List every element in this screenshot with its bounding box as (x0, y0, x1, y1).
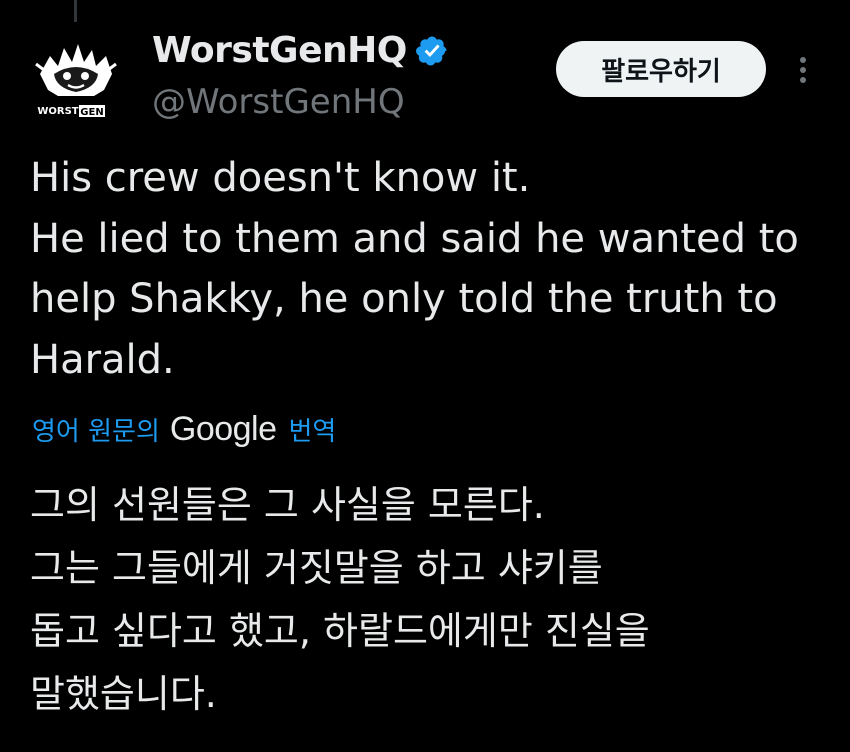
translated-line: 그는 그들에게 거짓말을 하고 샤키를 (30, 546, 603, 590)
thread-connector-line (74, 0, 77, 22)
display-name-text[interactable]: WorstGenHQ (152, 30, 407, 71)
tweet-line: His crew doesn't know it. (30, 155, 531, 201)
google-logo: Google (169, 410, 277, 448)
translation-suffix[interactable]: 번역 (289, 411, 337, 448)
tweet-line: Harald. (30, 336, 175, 383)
verified-badge-icon (415, 35, 447, 66)
more-vertical-icon[interactable] (788, 52, 818, 88)
tweet-body: His crew doesn't know it. He lied to the… (30, 148, 830, 390)
tweet-line: He lied to them and said he wanted to (30, 215, 799, 262)
translated-body: 그의 선원들은 그 사실을 모른다. 그는 그들에게 거짓말을 하고 샤키를 돕… (30, 474, 830, 726)
author-handle[interactable]: @WorstGenHQ (152, 82, 405, 122)
author-display-name[interactable]: WorstGenHQ (152, 30, 449, 71)
translation-prefix[interactable]: 영어 원문의 (32, 411, 160, 448)
tweet-line: help Shakky, he only told the truth to (30, 276, 778, 322)
avatar-text-gen: GEN (80, 107, 103, 118)
translated-line: 그의 선원들은 그 사실을 모른다. (30, 483, 545, 527)
translation-attribution[interactable]: 영어 원문의 Google 번역 (32, 410, 336, 449)
translated-line: 말했습니다. (30, 672, 217, 716)
avatar[interactable]: WORST GEN (24, 30, 128, 134)
worstgen-logo: WORST GEN (24, 30, 128, 134)
avatar-text-worst: WORST (37, 106, 78, 117)
follow-button[interactable]: 팔로우하기 (556, 41, 766, 97)
translated-line: 돕고 싶다고 했고, 하랄드에게만 진실을 (30, 609, 650, 653)
